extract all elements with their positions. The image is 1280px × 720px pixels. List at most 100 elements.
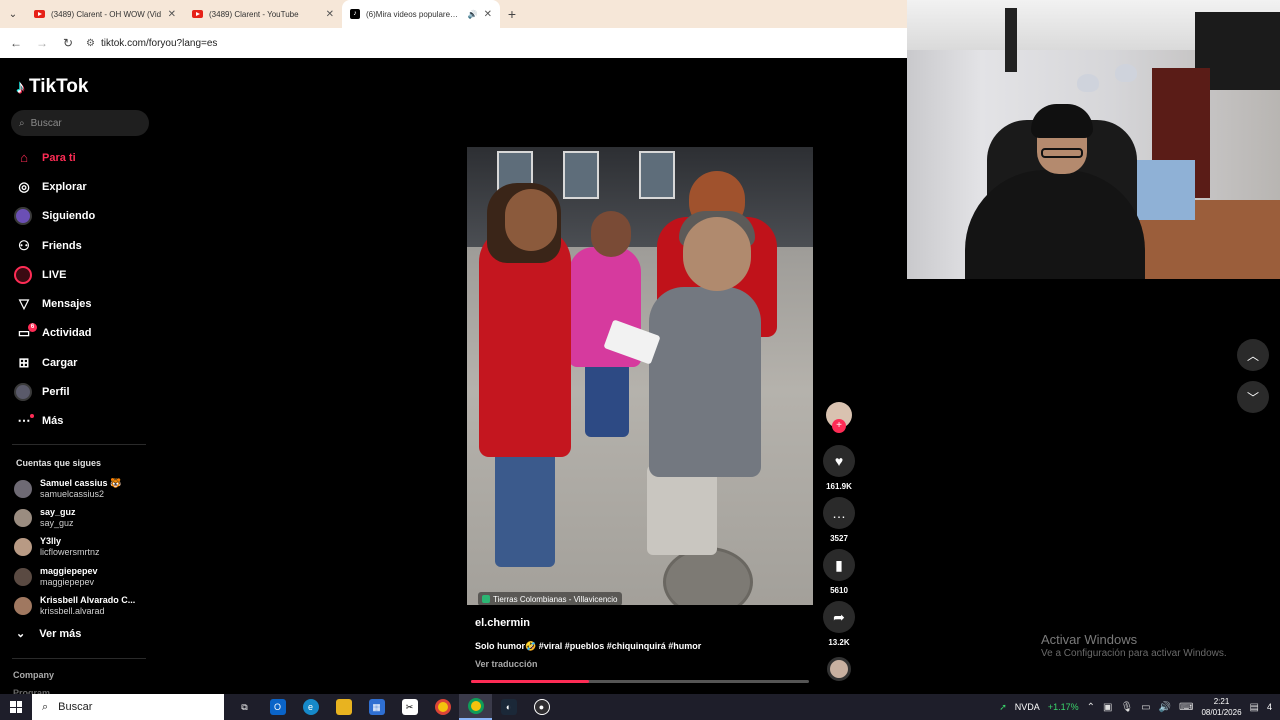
network-icon[interactable]: ▭ bbox=[1141, 702, 1150, 713]
music-disc-avatar[interactable] bbox=[827, 657, 851, 681]
browser-tab-1[interactable]: (3489) Clarent - OH WOW (Vid ✕ bbox=[26, 0, 184, 28]
site-info-icon[interactable]: ⚙ bbox=[86, 38, 95, 49]
like-count: 161.9K bbox=[826, 482, 852, 491]
tiktok-note-icon: ♪ bbox=[16, 76, 25, 97]
see-translation-button[interactable]: Ver traducción bbox=[475, 659, 538, 669]
account-username: licflowersmrtnz bbox=[40, 547, 100, 558]
show-hidden-icons-icon[interactable]: ⌃ bbox=[1087, 702, 1095, 713]
taskbar-app-edge[interactable]: e bbox=[294, 694, 327, 720]
reload-icon[interactable]: ↻ bbox=[60, 36, 76, 50]
comment-count: 3527 bbox=[830, 534, 848, 543]
start-button[interactable] bbox=[0, 694, 32, 720]
task-view-icon: ⧉ bbox=[241, 701, 248, 712]
microphone-icon[interactable]: 🎙 bbox=[1120, 702, 1133, 713]
webcam-streamer-glasses bbox=[1041, 148, 1083, 158]
sidebar-item-explorar[interactable]: ◎ Explorar bbox=[0, 172, 160, 201]
comment-button[interactable]: … 3527 bbox=[823, 497, 855, 543]
like-button[interactable]: ♥ 161.9K bbox=[823, 445, 855, 491]
follow-plus-icon[interactable]: + bbox=[832, 419, 846, 433]
taskbar-app-explorer[interactable] bbox=[327, 694, 360, 720]
sidebar-item-label: Siguiendo bbox=[42, 210, 96, 223]
sidebar-item-siguiendo[interactable]: Siguiendo bbox=[0, 202, 160, 231]
activity-badge: 6 bbox=[28, 322, 37, 332]
sidebar-item-live[interactable]: LIVE bbox=[0, 260, 160, 289]
taskbar-app-steam[interactable]: ◐ bbox=[492, 694, 525, 720]
tiktok-logo[interactable]: ♪ TikTok bbox=[16, 76, 88, 98]
browser-nav-bar: ← → ↻ ⚙ tiktok.com/foryou?lang=es bbox=[0, 28, 907, 58]
activate-windows-title: Activar Windows bbox=[1041, 632, 1138, 647]
sidebar-item-friends[interactable]: ⚇ Friends bbox=[0, 231, 160, 260]
store-icon: ▦ bbox=[368, 699, 385, 715]
see-more-button[interactable]: ⌄ Ver más bbox=[16, 627, 81, 641]
close-tab-icon[interactable]: ✕ bbox=[326, 9, 334, 20]
tab-search-chevron-icon[interactable]: ⌄ bbox=[0, 0, 26, 28]
sidebar-item-cargar[interactable]: ⊞ Cargar bbox=[0, 348, 160, 377]
video-window bbox=[639, 151, 675, 199]
notification-dot bbox=[30, 413, 34, 418]
sidebar-item-label: Más bbox=[42, 415, 64, 428]
new-tab-button[interactable]: + bbox=[500, 6, 524, 22]
share-button[interactable]: ➦ 13.2K bbox=[823, 601, 855, 647]
following-account[interactable]: Krissbell Alvarado C... krissbell.alvara… bbox=[14, 591, 160, 620]
compass-icon: ◎ bbox=[18, 178, 30, 194]
location-text: Tierras Colombianas - Villavicencio bbox=[493, 594, 618, 604]
taskbar-app-chrome[interactable] bbox=[426, 694, 459, 720]
volume-icon[interactable]: 🔊 bbox=[1159, 702, 1171, 713]
sidebar-item-perfil[interactable]: Perfil bbox=[0, 377, 160, 406]
profile-avatar-icon bbox=[14, 383, 32, 402]
browser-tab-2[interactable]: (3489) Clarent - YouTube ✕ bbox=[184, 0, 342, 28]
outlook-icon: O bbox=[269, 699, 286, 715]
forward-icon[interactable]: → bbox=[34, 36, 50, 50]
share-icon: ➦ bbox=[823, 601, 855, 633]
bookmark-icon: ▮ bbox=[823, 549, 855, 581]
following-account[interactable]: say_guz say_guz bbox=[14, 503, 160, 532]
notification-center-icon[interactable]: ▤ bbox=[1250, 702, 1259, 713]
taskbar-app-chrome-active[interactable] bbox=[459, 694, 492, 720]
video-author[interactable]: el.chermin bbox=[475, 617, 530, 629]
location-pin-icon bbox=[482, 595, 490, 603]
tab-title: (3489) Clarent - YouTube bbox=[209, 9, 299, 19]
video-person-legs bbox=[647, 465, 717, 555]
taskbar-app-outlook[interactable]: O bbox=[261, 694, 294, 720]
account-username: krissbell.alvarad bbox=[40, 605, 105, 616]
sidebar-item-mensajes[interactable]: ▽ Mensajes bbox=[0, 289, 160, 318]
save-button[interactable]: ▮ 5610 bbox=[823, 549, 855, 595]
back-icon[interactable]: ← bbox=[8, 36, 24, 50]
following-account[interactable]: maggiepepev maggiepepev bbox=[14, 562, 160, 591]
keyboard-icon[interactable]: ⌨ bbox=[1179, 702, 1193, 713]
sidebar-item-mas[interactable]: ⋯ Más bbox=[0, 407, 160, 436]
company-link[interactable]: Company bbox=[13, 670, 54, 680]
sidebar-item-para-ti[interactable]: ⌂ Para ti bbox=[0, 143, 160, 172]
address-bar[interactable]: ⚙ tiktok.com/foryou?lang=es bbox=[86, 32, 907, 54]
sidebar-item-actividad[interactable]: ▭ 6 Actividad bbox=[0, 319, 160, 348]
browser-tab-3[interactable]: ♪ (6)Mira videos populares se 🔊 ✕ bbox=[342, 0, 500, 28]
sidebar-item-label: Perfil bbox=[42, 386, 70, 399]
taskbar-app-obs[interactable]: ● bbox=[525, 694, 558, 720]
taskbar-clock[interactable]: 2:21 08/01/2026 bbox=[1201, 696, 1241, 718]
video-person-head bbox=[505, 189, 557, 251]
close-tab-icon[interactable]: ✕ bbox=[168, 9, 176, 20]
search-input[interactable]: ⌕ Buscar bbox=[11, 110, 149, 136]
close-tab-icon[interactable]: ✕ bbox=[484, 9, 492, 20]
stock-ticker[interactable]: NVDA bbox=[1015, 702, 1040, 712]
stock-up-arrow-icon: ➚ bbox=[999, 701, 1007, 712]
following-account[interactable]: Samuel cassius 🐯 samuelcassius2 bbox=[14, 474, 160, 503]
sidebar-divider bbox=[12, 444, 146, 445]
webcam-heart-balloon bbox=[1077, 74, 1099, 92]
taskbar-app-store[interactable]: ▦ bbox=[360, 694, 393, 720]
taskbar-app-capcut[interactable]: ✂ bbox=[393, 694, 426, 720]
sidebar-item-label: Friends bbox=[42, 239, 82, 252]
account-text: Y3lly licflowersmrtnz bbox=[40, 536, 100, 558]
previous-video-button[interactable]: ︿ bbox=[1237, 339, 1269, 371]
speaker-icon[interactable]: 🔊 bbox=[468, 10, 478, 19]
location-tag[interactable]: Tierras Colombianas - Villavicencio bbox=[478, 592, 622, 605]
device-icon[interactable]: ▣ bbox=[1103, 702, 1112, 713]
taskbar-search-input[interactable]: ⌕ Buscar bbox=[32, 694, 224, 720]
avatar bbox=[14, 479, 32, 498]
video-progress-bar[interactable] bbox=[471, 680, 809, 683]
edge-icon: e bbox=[302, 699, 319, 715]
video-player[interactable]: Tierras Colombianas - Villavicencio bbox=[467, 147, 813, 605]
following-account[interactable]: Y3lly licflowersmrtnz bbox=[14, 533, 160, 562]
next-video-button[interactable]: ﹀ bbox=[1237, 381, 1269, 413]
taskbar-app-task-view[interactable]: ⧉ bbox=[228, 694, 261, 720]
